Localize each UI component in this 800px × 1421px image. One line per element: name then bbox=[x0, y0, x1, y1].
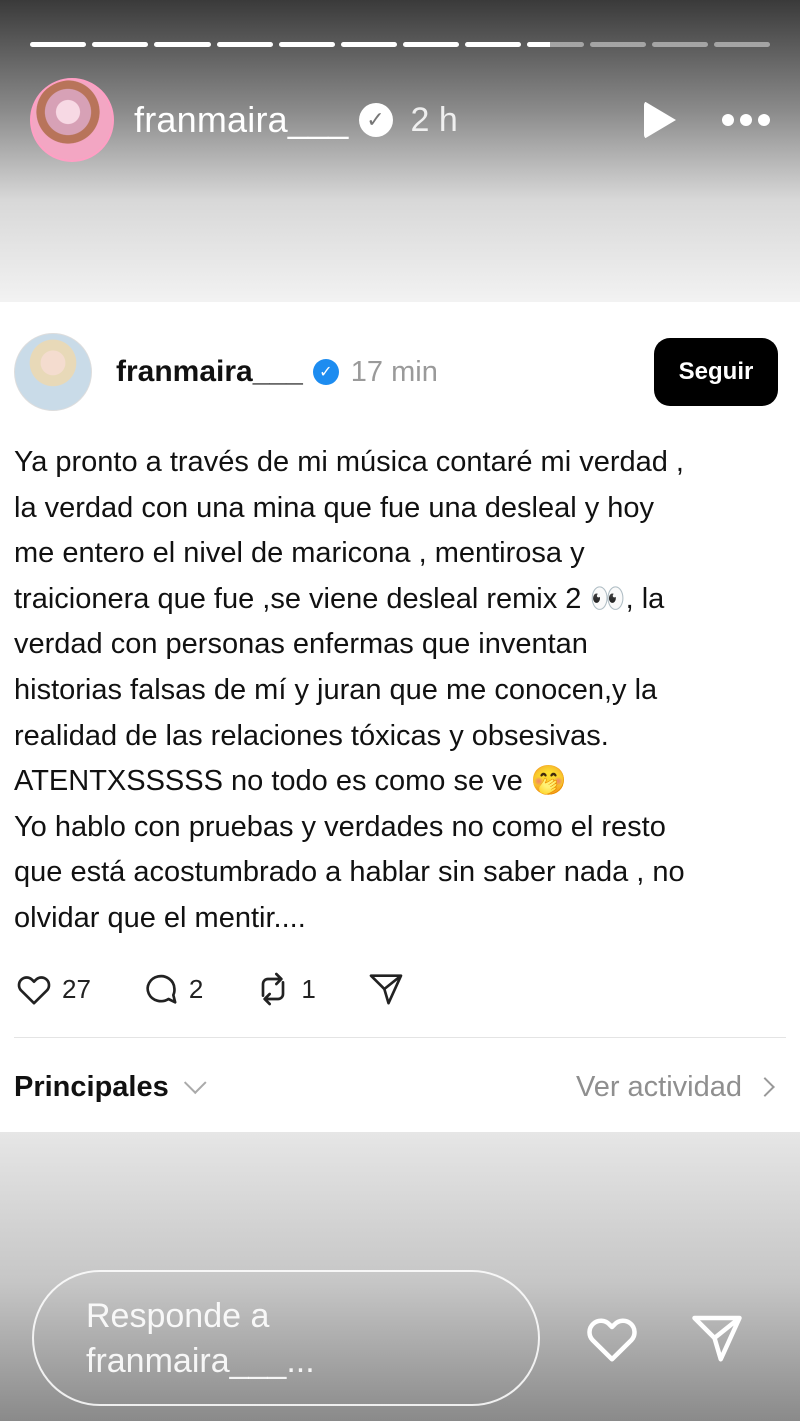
story-avatar[interactable] bbox=[30, 78, 114, 162]
comment-count: 2 bbox=[188, 973, 204, 1004]
post-text-line: olvidar que el mentir.... bbox=[14, 901, 306, 934]
progress-segment bbox=[216, 42, 273, 47]
progress-segment bbox=[527, 42, 584, 47]
post-action-bar: 27 2 1 bbox=[14, 967, 456, 1011]
post-time: 17 min bbox=[350, 355, 438, 388]
story-header: franmaira___ ✓ 2 h bbox=[30, 78, 770, 162]
more-options-icon[interactable] bbox=[722, 114, 770, 126]
view-activity-link[interactable]: Ver actividad bbox=[575, 1070, 775, 1104]
post-text-line: ATENTXSSSSS no todo es como se ve 🤭 bbox=[14, 765, 567, 798]
comment-button[interactable]: 2 bbox=[141, 969, 203, 1009]
play-icon[interactable] bbox=[644, 101, 676, 139]
follow-button[interactable]: Seguir bbox=[654, 338, 778, 406]
post-username[interactable]: franmaira___ bbox=[116, 355, 303, 389]
shared-post-card[interactable]: franmaira___ ✓ 17 min Seguir Ya pronto a… bbox=[0, 302, 800, 1132]
sort-dropdown[interactable]: Principales bbox=[14, 1070, 207, 1104]
send-icon bbox=[369, 974, 403, 1005]
post-text-line: Ya pronto a través de mi música contaré … bbox=[14, 446, 684, 478]
post-avatar[interactable] bbox=[14, 333, 92, 411]
post-text-line: la verdad con una mina que fue una desle… bbox=[14, 491, 655, 524]
progress-segment bbox=[340, 42, 398, 47]
post-text-line: verdad con personas enfermas que inventa… bbox=[14, 628, 588, 661]
send-story-button[interactable] bbox=[686, 1308, 748, 1368]
post-footer: Principales Ver actividad bbox=[14, 1062, 775, 1112]
story-progress-bar bbox=[30, 42, 771, 47]
post-text-line: traicionera que fue ,se viene desleal re… bbox=[14, 582, 665, 615]
comment-icon bbox=[146, 974, 177, 1004]
like-story-button[interactable] bbox=[580, 1308, 644, 1368]
post-text-line: que está acostumbrado a hablar sin saber… bbox=[14, 856, 685, 889]
post-text-line: me entero el nivel de maricona , mentiro… bbox=[14, 537, 585, 570]
send-icon bbox=[692, 1315, 742, 1362]
progress-segment bbox=[713, 42, 771, 47]
verified-badge-icon: ✓ bbox=[358, 103, 393, 137]
progress-segment bbox=[154, 42, 211, 47]
progress-segment bbox=[651, 42, 708, 47]
repost-icon bbox=[262, 972, 285, 1006]
story-username[interactable]: franmaira___ bbox=[134, 99, 349, 141]
progress-segment bbox=[465, 42, 522, 47]
reply-input[interactable]: Responde a franmaira___... bbox=[32, 1270, 540, 1406]
progress-segment bbox=[278, 42, 335, 47]
progress-segment bbox=[403, 42, 460, 47]
post-text-line: Yo hablo con pruebas y verdades no como … bbox=[14, 810, 666, 843]
like-count: 27 bbox=[62, 973, 91, 1004]
progress-segment bbox=[30, 42, 87, 47]
heart-icon bbox=[17, 976, 51, 1005]
progress-segment bbox=[92, 42, 149, 47]
repost-button[interactable]: 1 bbox=[253, 969, 316, 1009]
post-header: franmaira___ ✓ 17 min Seguir bbox=[14, 332, 778, 412]
progress-segment bbox=[589, 42, 646, 47]
heart-icon bbox=[587, 1318, 637, 1362]
sort-label: Principales bbox=[14, 1070, 169, 1103]
chevron-right-icon bbox=[755, 1077, 775, 1097]
chevron-down-icon bbox=[183, 1071, 207, 1095]
post-text-line: realidad de las relaciones tóxicas y obs… bbox=[14, 719, 609, 752]
divider bbox=[14, 1037, 786, 1038]
post-text: Ya pronto a través de mi música contaré … bbox=[14, 440, 770, 942]
story-time: 2 h bbox=[410, 100, 458, 139]
share-button[interactable] bbox=[366, 969, 406, 1009]
like-button[interactable]: 27 bbox=[14, 969, 91, 1009]
activity-label: Ver actividad bbox=[575, 1070, 742, 1103]
verified-badge-icon: ✓ bbox=[312, 359, 339, 385]
post-text-line: historias falsas de mí y juran que me co… bbox=[14, 673, 658, 706]
repost-count: 1 bbox=[301, 973, 316, 1004]
